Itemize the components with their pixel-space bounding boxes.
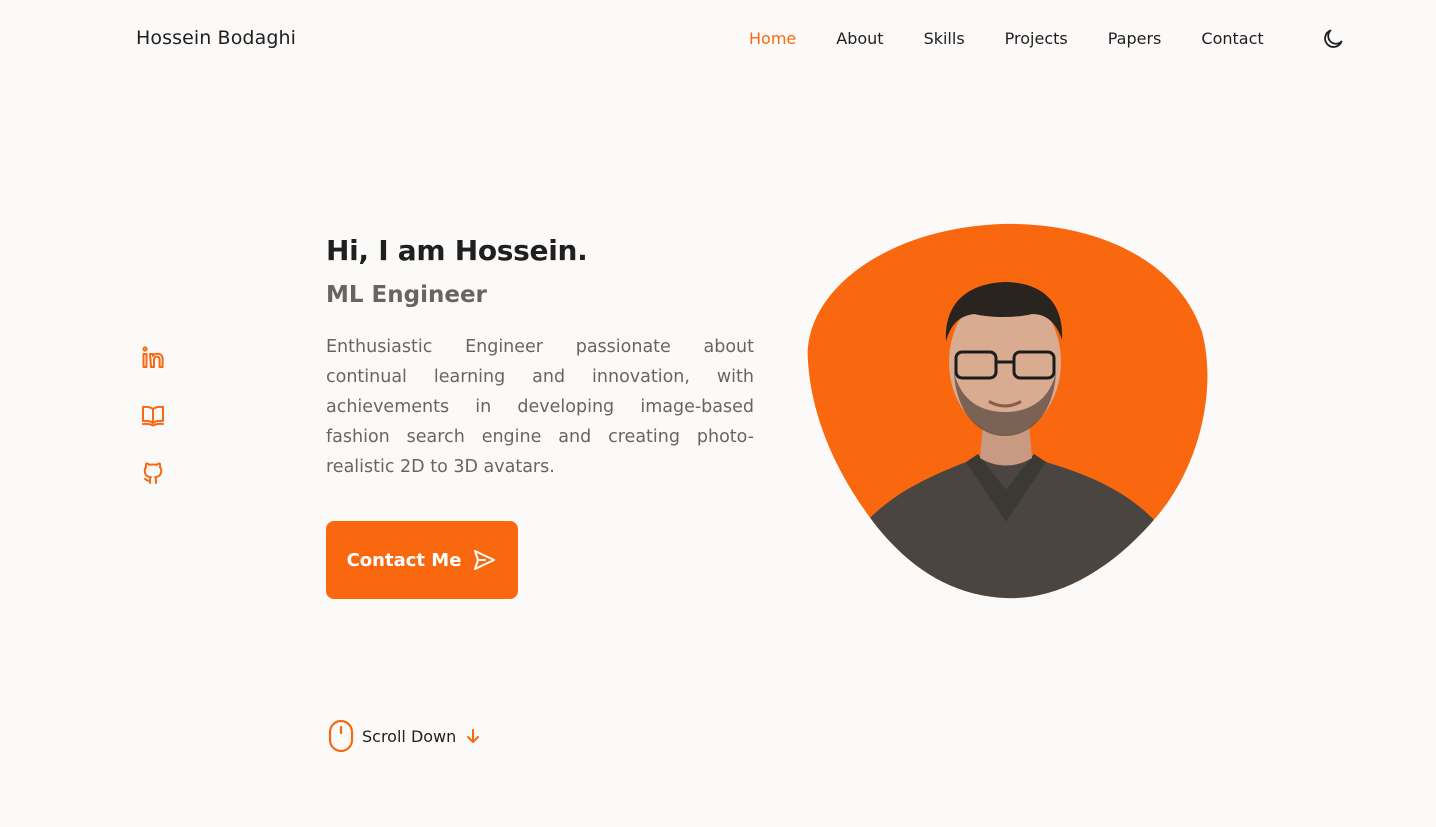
site-logo[interactable]: Hossein Bodaghi (136, 27, 296, 49)
social-links (140, 344, 166, 518)
nav-about[interactable]: About (836, 29, 883, 48)
moon-icon (1324, 29, 1343, 48)
main-nav: Home About Skills Projects Papers Contac… (749, 29, 1304, 48)
theme-toggle[interactable] (1321, 27, 1345, 51)
scroll-down-label: Scroll Down (362, 726, 457, 746)
arrow-down-icon (467, 729, 480, 743)
hero-description: Enthusiastic Engineer passionate about c… (326, 337, 754, 477)
mouse-icon (328, 719, 354, 753)
profile-blob (807, 223, 1208, 599)
nav-home[interactable]: Home (749, 29, 796, 48)
book-icon (142, 405, 164, 427)
hero-title: Hi, I am Hossein. (326, 234, 588, 267)
contact-me-label: Contact Me (346, 549, 462, 571)
github-icon (143, 462, 163, 484)
nav-skills[interactable]: Skills (924, 29, 965, 48)
profile-image (806, 222, 1210, 600)
contact-me-button[interactable]: Contact Me (326, 521, 518, 599)
linkedin-link[interactable] (140, 344, 166, 370)
nav-papers[interactable]: Papers (1108, 29, 1162, 48)
page: Hossein Bodaghi Home About Skills Projec… (0, 0, 1436, 827)
header: Hossein Bodaghi Home About Skills Projec… (0, 0, 1436, 78)
send-icon (474, 550, 496, 570)
publications-link[interactable] (140, 402, 166, 428)
github-link[interactable] (140, 460, 166, 486)
nav-contact[interactable]: Contact (1201, 29, 1263, 48)
nav-projects[interactable]: Projects (1005, 29, 1068, 48)
hero-subtitle: ML Engineer (326, 282, 487, 308)
linkedin-icon (142, 346, 164, 368)
scroll-down[interactable]: Scroll Down (328, 719, 480, 753)
